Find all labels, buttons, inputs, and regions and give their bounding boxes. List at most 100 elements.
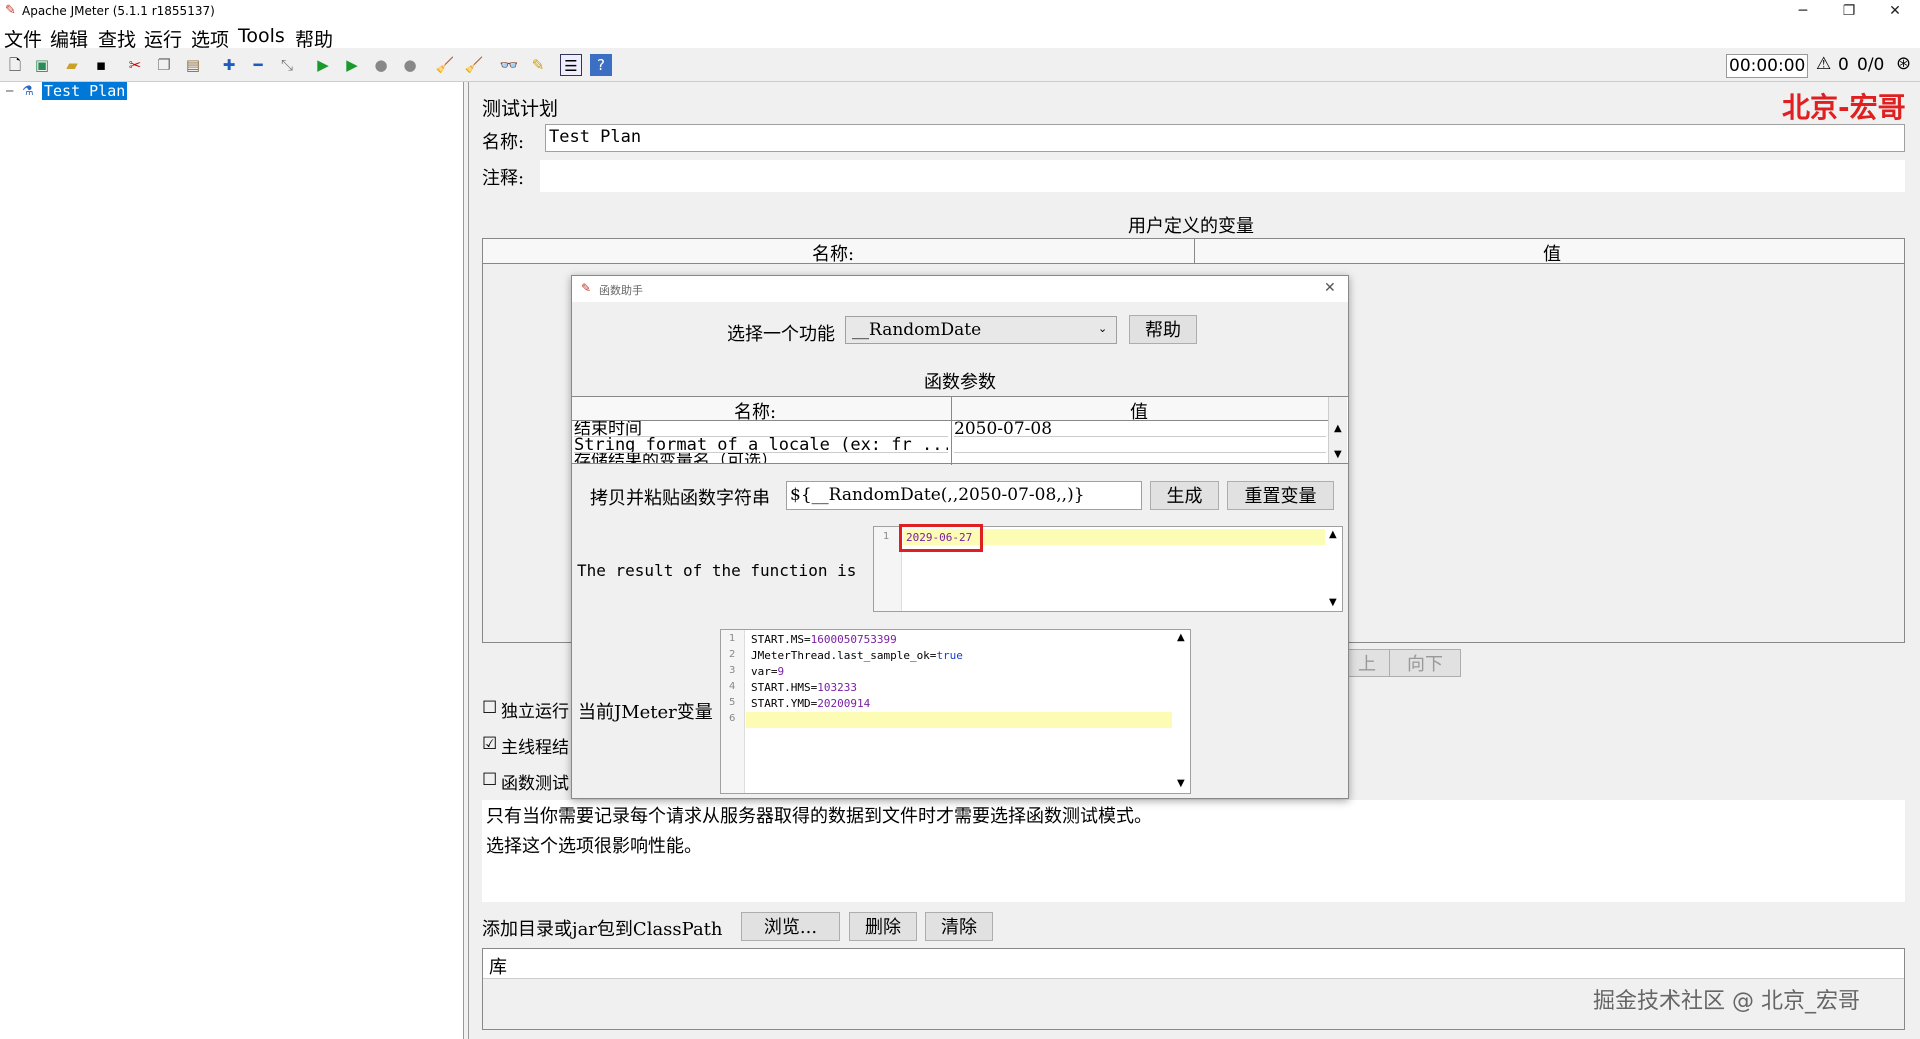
cut-icon[interactable]: ✂	[124, 54, 146, 76]
help-button[interactable]: 帮助	[1129, 315, 1197, 344]
browse-button[interactable]: 浏览...	[741, 912, 840, 941]
function-helper-icon[interactable]: ☰	[560, 54, 582, 76]
shutdown-icon[interactable]: ●	[399, 54, 421, 76]
line-number: 1	[883, 531, 890, 542]
var-value: 103233	[817, 681, 857, 694]
param-row-name[interactable]: String format of a locale (ex: fr ...	[574, 437, 948, 453]
tree-node-test-plan[interactable]: Test Plan	[42, 82, 128, 100]
line-number: 2	[729, 649, 736, 660]
clear-icon[interactable]: 🧹	[434, 54, 456, 76]
var-key: JMeterThread.last_sample_ok=	[751, 649, 937, 662]
search-icon[interactable]: 👓	[498, 54, 520, 76]
move-down-button[interactable]: 向下	[1389, 649, 1461, 677]
vars-scrollbar[interactable]: ▲ ▼	[1173, 630, 1190, 793]
scroll-up-icon[interactable]: ▲	[1177, 632, 1185, 643]
copy-label: 拷贝并粘贴函数字符串	[590, 488, 770, 509]
result-scrollbar[interactable]: ▲ ▼	[1325, 527, 1342, 611]
help-icon[interactable]: ?	[590, 54, 612, 76]
jmeter-vars-label: 当前JMeter变量	[578, 702, 713, 723]
panel-title: 测试计划	[482, 98, 559, 120]
name-field[interactable]: Test Plan	[545, 124, 1905, 152]
header-divider	[1194, 239, 1195, 264]
open-icon[interactable]: ▰	[61, 54, 83, 76]
new-icon[interactable]: 🗋	[4, 54, 26, 76]
param-row-name[interactable]: 结束时间	[574, 421, 948, 437]
params-scrollbar[interactable]: ▲ ▼	[1328, 397, 1347, 463]
generate-button[interactable]: 生成	[1150, 481, 1219, 510]
checkbox-function-mode[interactable]: ☐	[482, 770, 497, 790]
param-row-name[interactable]: 存储结果的变量名（可选）	[574, 453, 948, 463]
expand-icon[interactable]: ✚	[218, 54, 240, 76]
classpath-label: 添加目录或jar包到ClassPath	[482, 919, 723, 940]
scroll-down-icon[interactable]: ▼	[1177, 778, 1185, 789]
feather-icon: ✎	[581, 281, 592, 295]
feather-icon: ✎	[5, 3, 16, 18]
checkbox-function-mode-label: 函数测试	[501, 774, 569, 794]
result-editor[interactable]: 1 2029-06-27 ▲ ▼	[873, 524, 1343, 612]
checkbox-independent[interactable]: ☐	[482, 698, 497, 718]
title-bar: ✎ Apache JMeter (5.1.1 r1855137) ─ ❐ ✕	[0, 0, 1920, 24]
stop-icon[interactable]: ●	[370, 54, 392, 76]
param-row-value[interactable]	[954, 437, 1326, 453]
remote-icon[interactable]: ⊛	[1896, 53, 1911, 74]
paste-icon[interactable]: ▤	[182, 54, 204, 76]
test-plan-icon: ⚗	[22, 84, 34, 99]
param-row-value[interactable]: 2050-07-08	[954, 421, 1326, 437]
window-title: Apache JMeter (5.1.1 r1855137)	[22, 4, 215, 18]
vars-col-name[interactable]: 名称:	[812, 240, 854, 266]
timer-display: 00:00:00	[1726, 54, 1809, 78]
vars-table-header: 名称: 值	[483, 239, 1904, 266]
toolbar: 🗋 ▣ ▰ ▪ ✂ ❐ ▤ ✚ ━ ⤡ ▶ ▶ ● ● 🧹 🧹 👓 ✎ ☰ ? …	[0, 48, 1920, 82]
vars-col-value[interactable]: 值	[1543, 240, 1561, 266]
params-title: 函数参数	[924, 372, 996, 393]
description-line-1: 只有当你需要记录每个请求从服务器取得的数据到文件时才需要选择函数测试模式。	[486, 806, 1152, 827]
line-number: 5	[729, 697, 736, 708]
dialog-close-button[interactable]: ✕	[1324, 280, 1336, 296]
chevron-down-icon: ⌄	[1098, 322, 1108, 335]
watermark-bottom: 掘金技术社区 @ 北京_宏哥	[1593, 989, 1860, 1014]
function-select-value: __RandomDate	[852, 320, 982, 340]
select-function-label: 选择一个功能	[727, 324, 835, 345]
function-select[interactable]: __RandomDate ⌄	[845, 316, 1117, 344]
close-window-button[interactable]: ✕	[1872, 0, 1918, 24]
params-table: 名称: 值 结束时间 2050-07-08 String format of a…	[572, 396, 1348, 465]
toggle-icon[interactable]: ⤡	[276, 54, 298, 76]
scroll-up-icon[interactable]: ▲	[1329, 529, 1337, 540]
reset-variables-button[interactable]: 重置变量	[1227, 481, 1334, 510]
name-label: 名称:	[482, 132, 525, 153]
tree-expander-icon[interactable]: ─	[6, 84, 13, 98]
line-number: 3	[729, 665, 736, 676]
var-line: JMeterThread.last_sample_ok=true	[751, 649, 963, 662]
delete-button[interactable]: 删除	[849, 912, 917, 941]
templates-icon[interactable]: ▣	[31, 54, 53, 76]
reset-search-icon[interactable]: ✎	[527, 54, 549, 76]
checkbox-independent-label: 独立运行	[501, 702, 569, 722]
scroll-up-icon[interactable]: ▲	[1334, 423, 1342, 434]
start-no-pause-icon[interactable]: ▶	[341, 54, 363, 76]
vars-title: 用户定义的变量	[1128, 216, 1254, 237]
start-icon[interactable]: ▶	[312, 54, 334, 76]
params-divider	[951, 397, 952, 465]
menu-tools[interactable]: Tools	[238, 25, 285, 47]
var-value: 9	[777, 665, 785, 678]
minimize-button[interactable]: ─	[1780, 0, 1826, 24]
save-icon[interactable]: ▪	[90, 54, 112, 76]
restore-button[interactable]: ❐	[1826, 0, 1872, 24]
clear-button[interactable]: 清除	[925, 912, 993, 941]
dialog-title-bar: ✎ 函数助手 ✕	[572, 276, 1348, 302]
clear-all-icon[interactable]: 🧹	[463, 54, 485, 76]
copy-icon[interactable]: ❐	[153, 54, 175, 76]
scroll-down-icon[interactable]: ▼	[1334, 449, 1342, 460]
scroll-down-icon[interactable]: ▼	[1329, 597, 1337, 608]
checkbox-main-thread[interactable]: ☑	[482, 734, 497, 754]
collapse-icon[interactable]: ━	[247, 54, 269, 76]
result-highlight-box	[899, 524, 983, 552]
jmeter-vars-editor[interactable]: 1 START.MS=1600050753399 2 JMeterThread.…	[720, 629, 1191, 794]
comment-field[interactable]	[540, 160, 1905, 192]
var-line: START.YMD=20200914	[751, 697, 870, 710]
var-line: var=9	[751, 665, 784, 678]
menu-bar: 文件 编辑 查找 运行 选项 Tools 帮助	[0, 24, 1920, 51]
function-string-field[interactable]: ${__RandomDate(,,2050-07-08,,)}	[786, 481, 1142, 510]
warning-icon[interactable]: ⚠	[1816, 54, 1831, 74]
var-key: START.MS=	[751, 633, 811, 646]
